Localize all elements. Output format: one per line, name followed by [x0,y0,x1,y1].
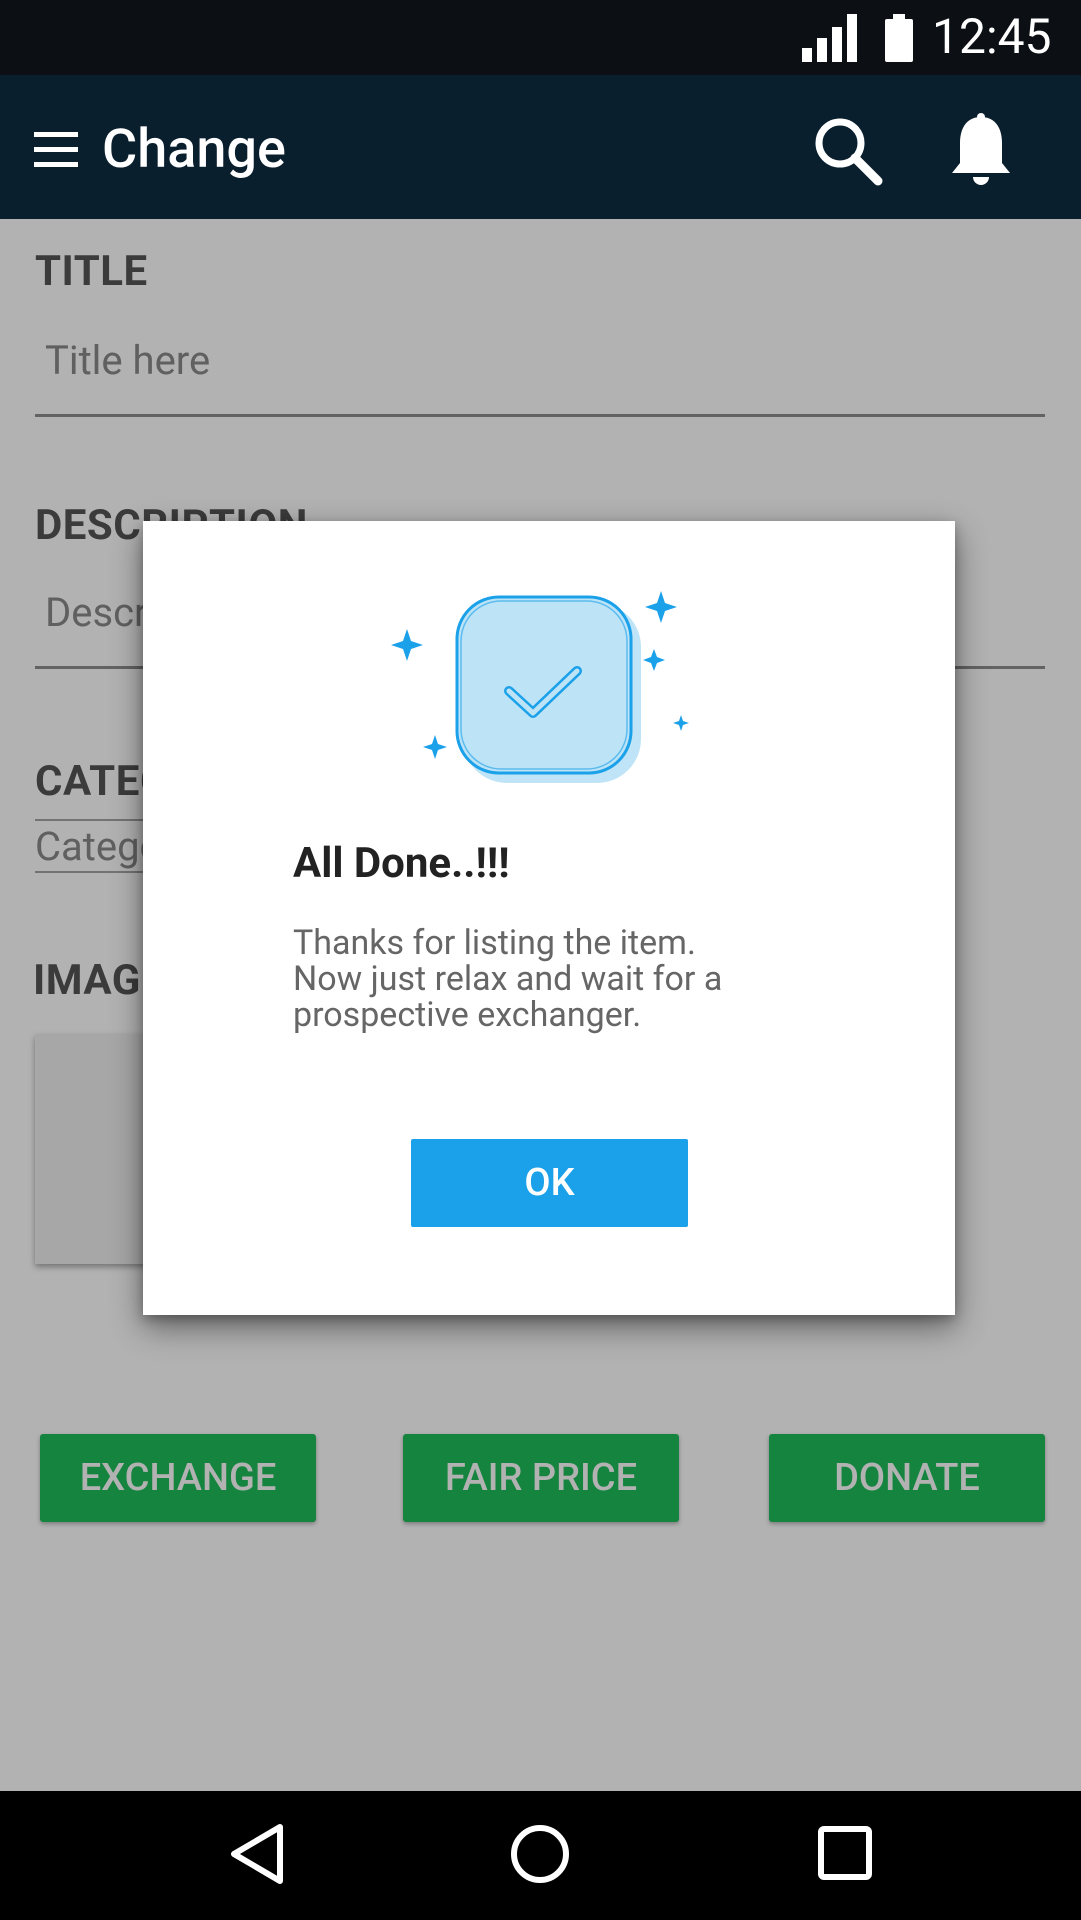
dialog-message: Thanks for listing the item. Now just re… [293,923,723,1035]
back-icon[interactable] [228,1821,288,1887]
navigation-bar [0,1791,1081,1920]
recent-apps-icon[interactable] [816,1824,874,1882]
menu-icon[interactable] [34,130,78,170]
search-icon[interactable] [812,115,884,187]
home-icon[interactable] [509,1823,571,1885]
status-bar: 12:45 [0,0,1081,75]
battery-icon [885,14,913,62]
bell-icon[interactable] [948,113,1014,187]
ok-button[interactable]: OK [411,1139,688,1227]
app-bar: Change [0,75,1081,219]
success-dialog: All Done..!!! Thanks for listing the ite… [143,521,955,1315]
dialog-title: All Done..!!! [293,839,510,888]
signal-icon [802,14,857,62]
success-check-icon [391,591,689,783]
app-title: Change [102,118,286,181]
status-time: 12:45 [932,8,1052,65]
